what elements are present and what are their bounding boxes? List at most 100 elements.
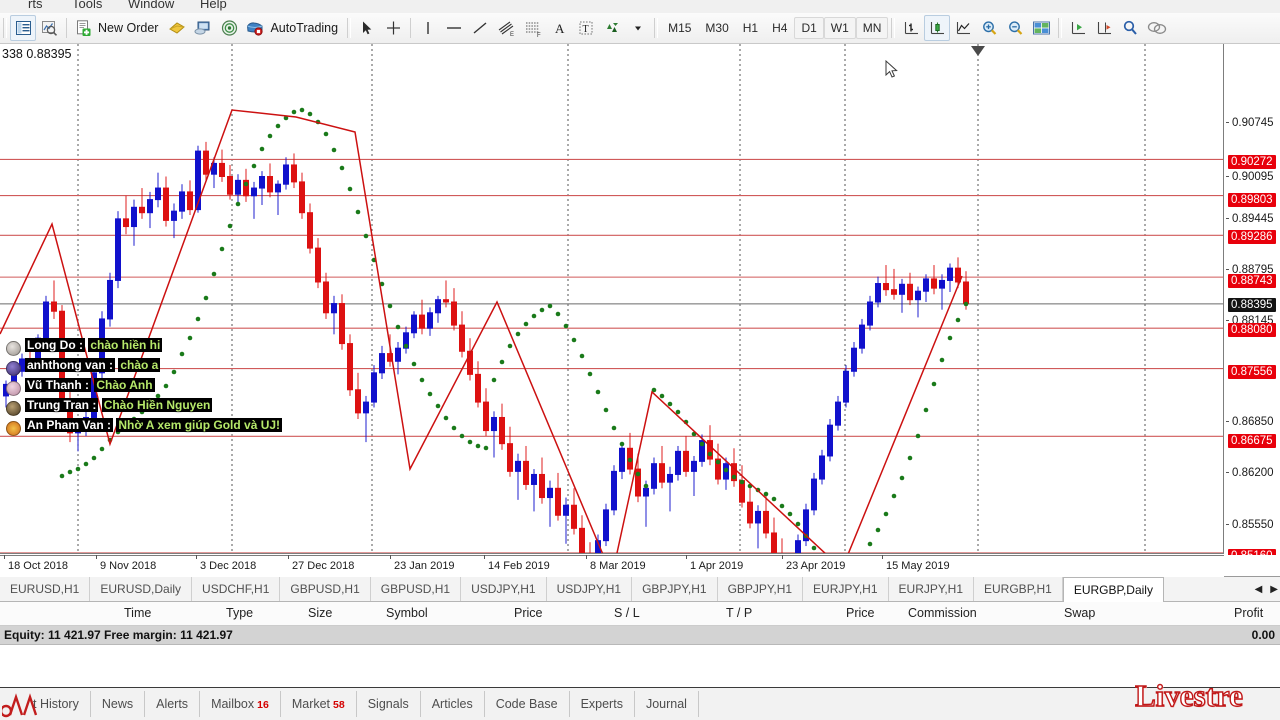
- zoom-in-button[interactable]: [976, 15, 1002, 41]
- tile-windows-button[interactable]: [1028, 15, 1055, 41]
- chart-shift-button[interactable]: [1091, 15, 1117, 41]
- terminal-column-commission[interactable]: Commission: [908, 606, 977, 620]
- chart-window[interactable]: 338 0.88395 Long Do : chào hiền hi anhth…: [0, 44, 1280, 577]
- auto-scroll-button[interactable]: [1065, 15, 1091, 41]
- chart-tab-eurjpy-h1[interactable]: EURJPY,H1: [803, 577, 889, 601]
- chart-tab-eurgbp-daily[interactable]: EURGBP,Daily: [1062, 577, 1164, 602]
- trendline-button[interactable]: [467, 15, 493, 41]
- cursor-tool-button[interactable]: [354, 15, 380, 41]
- chart-tab-gbpusd-h1[interactable]: GBPUSD,H1: [280, 577, 371, 601]
- timeframe-h1[interactable]: H1: [736, 17, 765, 39]
- terminal-tab-market[interactable]: Market 58: [281, 691, 357, 717]
- candle-body: [515, 460, 521, 472]
- terminal-column-price[interactable]: Price: [846, 606, 874, 620]
- shapes-dropdown-button[interactable]: [625, 15, 651, 41]
- terminal-tab-alerts[interactable]: Alerts: [145, 691, 201, 717]
- terminal-tab-bar[interactable]: t History News Alerts Mailbox 16 Market 58 Sign…: [0, 678, 1280, 720]
- toolbar-grip-3[interactable]: [654, 18, 659, 38]
- sar-dot: [99, 446, 105, 452]
- sar-dot: [675, 409, 681, 415]
- terminal-tab-news[interactable]: News: [91, 691, 146, 717]
- expert-advisors-button[interactable]: [190, 15, 216, 41]
- vertical-line-icon: [427, 22, 429, 34]
- candle-body: [603, 509, 609, 542]
- fibonacci-retracement-button[interactable]: F: [520, 15, 547, 41]
- chart-tab-usdjpy-h1[interactable]: USDJPY,H1: [547, 577, 633, 601]
- toolbar-grip-4[interactable]: [891, 18, 896, 38]
- chart-tab-bar[interactable]: EURUSD,H1 EURUSD,Daily USDCHF,H1 GBPUSD,H1 G…: [0, 577, 1280, 602]
- shapes-button[interactable]: [599, 15, 625, 41]
- chart-tab-scroll-controls[interactable]: ◀ ▶: [1253, 577, 1280, 601]
- scroll-left-icon[interactable]: ◀: [1255, 584, 1263, 595]
- timeframe-h4[interactable]: H4: [765, 17, 794, 39]
- menu-item-window[interactable]: Window: [128, 0, 174, 11]
- timeframe-w1[interactable]: W1: [823, 17, 856, 39]
- terminal-column-time[interactable]: Time: [124, 606, 151, 620]
- menu-item-help[interactable]: Help: [200, 0, 227, 11]
- text-label-button[interactable]: A: [547, 15, 573, 41]
- terminal-column-s-l[interactable]: S / L: [614, 606, 640, 620]
- templates-button[interactable]: [1143, 15, 1171, 41]
- terminal-column-symbol[interactable]: Symbol: [386, 606, 428, 620]
- vertical-line-button[interactable]: [415, 15, 441, 41]
- chart-tab-eurusd-daily[interactable]: EURUSD,Daily: [90, 577, 193, 601]
- chart-tab-gbpjpy-h1[interactable]: GBPJPY,H1: [718, 577, 804, 601]
- scroll-right-icon[interactable]: ▶: [1270, 584, 1278, 595]
- terminal-column-price[interactable]: Price: [514, 606, 542, 620]
- menu-item-tools[interactable]: Tools: [72, 0, 102, 11]
- candlestick-chart[interactable]: [0, 44, 1224, 554]
- terminal-column-t-p[interactable]: T / P: [726, 606, 752, 620]
- menu-item-charts[interactable]: rts: [28, 0, 42, 11]
- zoom-out-button[interactable]: [1002, 15, 1028, 41]
- equidistant-channel-button[interactable]: E: [493, 15, 520, 41]
- autotrading-button[interactable]: AutoTrading: [242, 15, 344, 41]
- price-scale[interactable]: 0.90745 0.90272 0.90095 0.89803 0.89445 0.892…: [1224, 44, 1280, 555]
- terminal-column-type[interactable]: Type: [226, 606, 253, 620]
- market-watch-button[interactable]: [10, 15, 36, 41]
- chart-plot-area[interactable]: 338 0.88395 Long Do : chào hiền hi anhth…: [0, 44, 1224, 554]
- timeframe-m15[interactable]: M15: [661, 17, 698, 39]
- terminal-tab-articles[interactable]: Articles: [421, 691, 485, 717]
- sar-dot: [627, 457, 633, 463]
- text-box-button[interactable]: T: [573, 15, 599, 41]
- horizontal-line-button[interactable]: [441, 15, 467, 41]
- chart-tab-gbpjpy-h1[interactable]: GBPJPY,H1: [632, 577, 718, 601]
- new-order-button[interactable]: New Order: [71, 15, 164, 41]
- terminal-tab-journal[interactable]: Journal: [635, 691, 699, 717]
- toolbar-grip-5[interactable]: [1058, 18, 1063, 38]
- chart-tab-usdchf-h1[interactable]: USDCHF,H1: [192, 577, 281, 601]
- timeframe-d1[interactable]: D1: [794, 17, 824, 39]
- timeframe-mn[interactable]: MN: [855, 17, 889, 39]
- candle-body: [939, 279, 945, 289]
- crosshair-button[interactable]: [380, 15, 406, 41]
- chart-tab-gbpusd-h1[interactable]: GBPUSD,H1: [371, 577, 462, 601]
- toolbar-grip[interactable]: [3, 18, 7, 38]
- timeframe-m30[interactable]: M30: [698, 17, 735, 39]
- line-chart-button[interactable]: [950, 15, 976, 41]
- terminal-tab-code-base[interactable]: Code Base: [485, 691, 570, 717]
- time-scale[interactable]: 18 Oct 2018 9 Nov 2018 3 Dec 2018 27 Dec 20…: [0, 555, 1224, 577]
- terminal-tab-experts[interactable]: Experts: [570, 691, 635, 717]
- terminal-column-swap[interactable]: Swap: [1064, 606, 1095, 620]
- metaeditor-button[interactable]: [164, 15, 190, 41]
- chart-tab-eurjpy-h1[interactable]: EURJPY,H1: [889, 577, 975, 601]
- data-window-button[interactable]: [36, 15, 62, 41]
- candle-body: [291, 164, 297, 183]
- candle-body: [179, 191, 185, 212]
- candlestick-chart-button[interactable]: [924, 15, 951, 41]
- bar-chart-button[interactable]: [898, 15, 924, 41]
- terminal-column-profit[interactable]: Profit: [1234, 606, 1263, 620]
- sar-dot: [715, 459, 721, 465]
- terminal-tab-t-history[interactable]: t History: [22, 691, 91, 717]
- candle-body: [315, 247, 321, 283]
- chart-tab-eurgbp-h1[interactable]: EURGBP,H1: [974, 577, 1063, 601]
- chart-tab-usdjpy-h1[interactable]: USDJPY,H1: [461, 577, 547, 601]
- terminal-tab-signals[interactable]: Signals: [357, 691, 421, 717]
- terminal-column-size[interactable]: Size: [308, 606, 332, 620]
- signals-button[interactable]: [216, 15, 242, 41]
- terminal-tab-mailbox[interactable]: Mailbox 16: [200, 691, 281, 717]
- sar-dot: [891, 493, 897, 499]
- chart-tab-eurusd-h1[interactable]: EURUSD,H1: [0, 577, 91, 601]
- toolbar-grip-2[interactable]: [347, 18, 352, 38]
- indicators-button[interactable]: [1117, 15, 1143, 41]
